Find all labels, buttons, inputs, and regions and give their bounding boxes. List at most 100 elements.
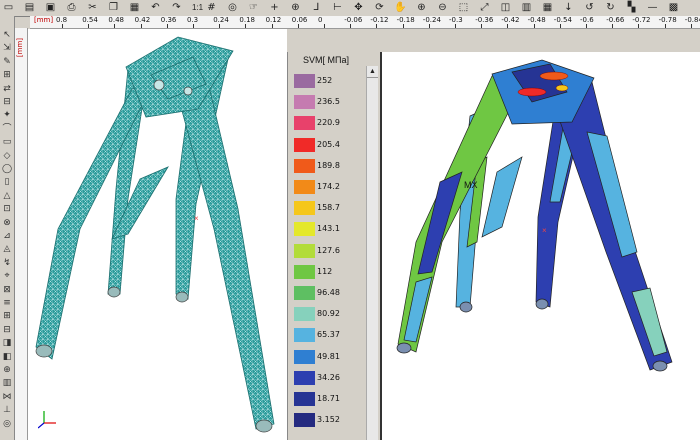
ruler-tick-label: -0.84 [684, 16, 700, 24]
legend-value: 96.48 [317, 288, 340, 297]
side-tool-icon[interactable]: ↖ [1, 30, 13, 41]
side-tool-icon[interactable]: ≡ [1, 298, 13, 309]
ruler-tick [455, 24, 456, 28]
ruler-tick-label: -0.24 [422, 16, 441, 24]
side-tool-icon[interactable]: ⊡ [1, 204, 13, 215]
redo-icon[interactable]: ↷ [170, 1, 183, 14]
side-tool-icon[interactable]: ▥ [1, 378, 13, 389]
side-tool-icon[interactable]: ◬ [1, 244, 13, 255]
scroll-up-icon[interactable]: ▲ [367, 66, 378, 78]
fill-icon[interactable]: ▩ [667, 1, 680, 14]
side-tool-icon[interactable]: ⋈ [1, 392, 13, 403]
ruler-tick [507, 24, 509, 28]
legend-swatch [294, 201, 315, 216]
ruler-tick-label: -0.18 [396, 16, 415, 24]
save-icon[interactable]: ▣ [44, 1, 57, 14]
legend-value: 158.7 [317, 203, 340, 213]
side-tool-icon[interactable]: ⌖ [1, 271, 13, 282]
side-tool-icon[interactable]: ⊟ [1, 325, 13, 336]
legend-title: SVM[ МПа] [303, 55, 349, 65]
legend-value: 49.81 [317, 351, 340, 361]
ruler-tick-label: -0.36 [475, 16, 494, 24]
grid-icon[interactable]: # [205, 1, 218, 14]
side-tool-icon[interactable]: ▯ [1, 177, 13, 188]
ruler-tick-label: 0.8 [56, 16, 68, 24]
axis-triad-icon [38, 411, 56, 429]
mx-marker-label: MX [464, 180, 478, 190]
side-tool-icon[interactable]: ⊗ [1, 218, 13, 229]
legend-value: 252 [317, 76, 333, 85]
side-tool-icon[interactable]: ⊞ [1, 70, 13, 81]
result-icon[interactable]: ▥ [520, 1, 533, 14]
zoom-out-icon[interactable]: ⊖ [436, 1, 449, 14]
side-tool-icon[interactable]: ⊿ [1, 231, 13, 242]
move-icon[interactable]: ✥ [352, 1, 365, 14]
open-file-icon[interactable]: ▤ [23, 1, 36, 14]
side-tool-icon[interactable]: ◎ [1, 419, 13, 430]
side-tool-icon[interactable]: ◯ [1, 164, 13, 175]
result-centroid-marker: × [542, 226, 547, 235]
side-tool-icon[interactable]: ⊞ [1, 311, 13, 322]
table-icon[interactable]: ▦ [541, 1, 554, 14]
legend-swatch [294, 286, 315, 300]
side-tool-icon[interactable]: ✎ [1, 57, 13, 68]
print-icon[interactable]: ⎙ [65, 1, 78, 14]
measure-icon[interactable]: ⊢ [331, 1, 344, 14]
side-tool-icon[interactable]: ◇ [1, 151, 13, 162]
crosshair-icon[interactable]: + [268, 1, 281, 14]
ruler-tick-label: -0.06 [344, 16, 363, 24]
ruler-tick-label: 0 [318, 16, 323, 24]
side-tool-icon[interactable]: ⇲ [1, 43, 13, 54]
pan-icon[interactable]: ✋ [394, 1, 407, 14]
legend-scrollbar[interactable]: ▲ [366, 66, 378, 440]
ruler-tick [62, 24, 63, 28]
ruler-tick-label: 0.12 [265, 16, 282, 24]
side-tool-icon[interactable]: ↯ [1, 258, 13, 269]
arrow-down-icon[interactable]: ↓ [562, 1, 575, 14]
legend-swatch [294, 95, 315, 110]
zoom-ratio-button[interactable]: 1:1 [191, 1, 204, 14]
view-icon[interactable]: ◫ [499, 1, 512, 14]
paste-icon[interactable]: ▦ [128, 1, 141, 14]
side-tool-icon[interactable]: ⇄ [1, 84, 13, 95]
side-tool-icon[interactable]: ◨ [1, 338, 13, 349]
side-tool-icon[interactable]: ✦ [1, 110, 13, 121]
zoom-window-icon[interactable]: ⬚ [457, 1, 470, 14]
chart-icon[interactable]: ▚ [625, 1, 638, 14]
mesh-icon[interactable]: ◎ [226, 1, 239, 14]
side-tool-icon[interactable]: ▭ [1, 137, 13, 148]
rotate-icon[interactable]: ⟳ [373, 1, 386, 14]
zoom-in-icon[interactable]: ⊕ [415, 1, 428, 14]
legend-value: 143.1 [317, 224, 340, 234]
mesh-viewport[interactable]: × [28, 29, 287, 440]
new-file-icon[interactable]: ▭ [2, 1, 15, 14]
ruler-tick-label: -0.78 [658, 16, 677, 24]
cut-icon[interactable]: ✂ [86, 1, 99, 14]
side-tool-icon[interactable]: ⌒ [1, 124, 13, 135]
ruler-tick-label: 0.48 [108, 16, 124, 24]
side-tool-icon[interactable]: ⊟ [1, 97, 13, 108]
side-tool-icon[interactable]: ⊥ [1, 405, 13, 416]
side-tool-icon[interactable]: ⊕ [1, 365, 13, 376]
result-viewport[interactable]: MX × [380, 52, 700, 440]
undo-icon[interactable]: ↶ [149, 1, 162, 14]
ruler-tick-label: -0.66 [606, 16, 625, 24]
copy-icon[interactable]: ❐ [107, 1, 120, 14]
select-icon[interactable]: ☞ [247, 1, 260, 14]
rotate-right-icon[interactable]: ↻ [604, 1, 617, 14]
ruler-tick-label: 0.06 [291, 16, 308, 24]
minus-icon[interactable]: — [646, 1, 659, 14]
axis-icon[interactable]: ⅃ [310, 1, 323, 14]
ruler-tick [324, 24, 325, 28]
fit-icon[interactable]: ⤢ [478, 1, 491, 14]
ruler-tick [376, 24, 378, 28]
target-icon[interactable]: ⊕ [289, 1, 302, 14]
side-tool-icon[interactable]: △ [1, 191, 13, 202]
mesh-frame [35, 36, 275, 430]
legend-value: 3.152 [317, 415, 340, 425]
rotate-left-icon[interactable]: ↺ [583, 1, 596, 14]
side-tool-icon[interactable]: ◧ [1, 352, 13, 363]
ruler-tick [586, 24, 587, 28]
side-tool-icon[interactable]: ⊠ [1, 285, 13, 296]
ruler-tick [219, 24, 221, 28]
